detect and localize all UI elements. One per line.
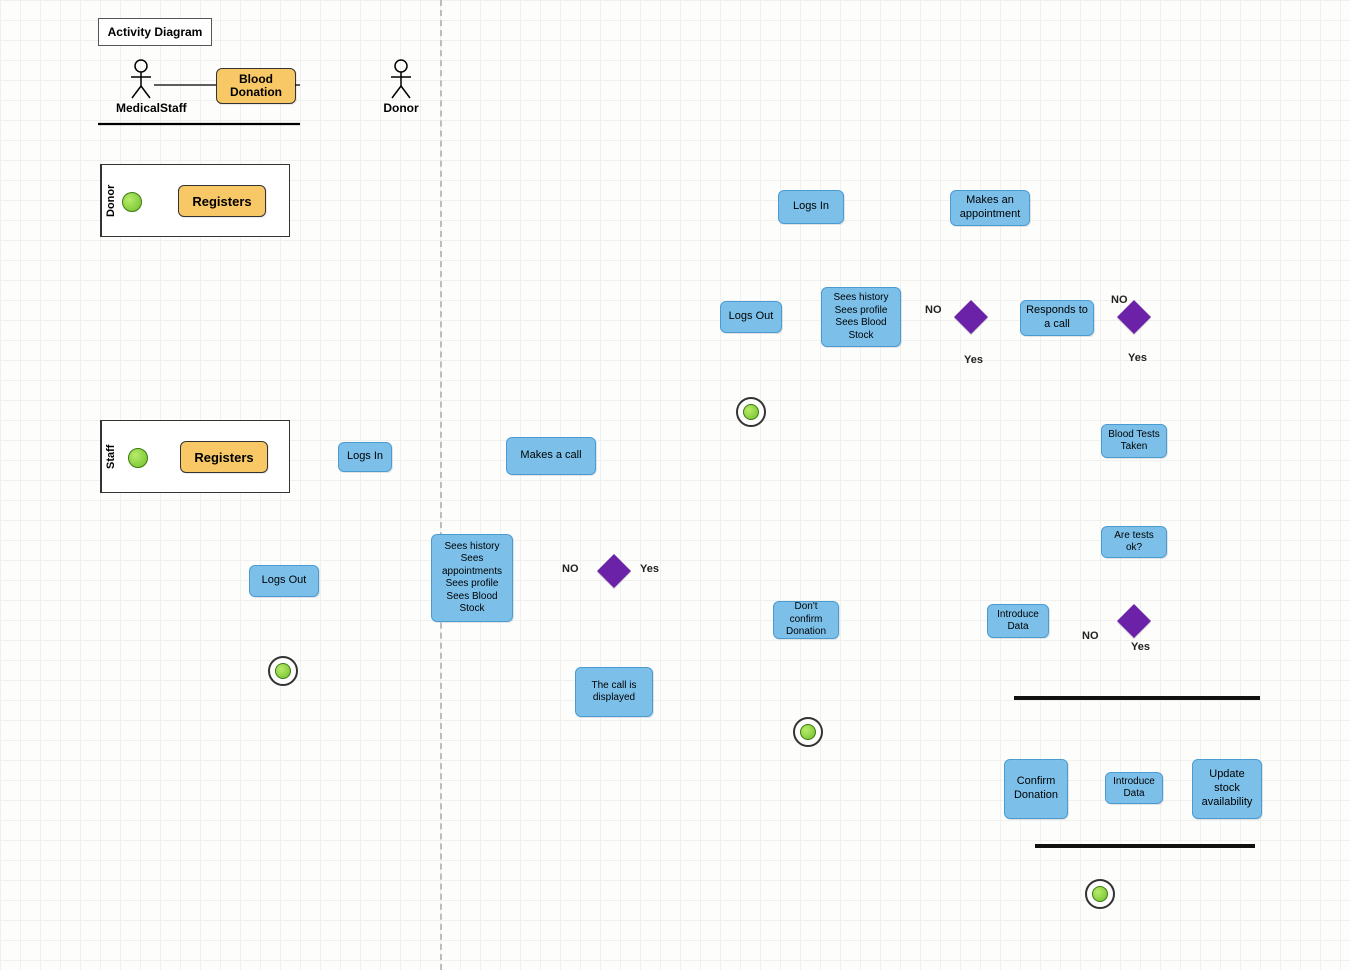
edge-label-no: NO [562,563,579,575]
end-node [268,656,298,686]
node-introduce-data-2: Introduce Data [1105,772,1163,804]
actor-label: Donor [376,101,426,115]
node-dont-confirm: Don't confirm Donation [773,601,839,639]
node-logs-in: Logs In [778,190,844,224]
node-call-displayed: The call is displayed [575,667,653,717]
node-sees-staff: Sees history Sees appointments Sees prof… [431,534,513,622]
node-blood-tests: Blood Tests Taken [1101,424,1167,458]
node-update-stock: Update stock availability [1192,759,1262,819]
node-makes-call: Makes a call [506,437,596,475]
edge-label-no: NO [925,304,942,316]
node-logs-out-donor: Logs Out [720,301,782,333]
node-sees-donor: Sees history Sees profile Sees Blood Sto… [821,287,901,347]
swimlane-label: Donor [101,165,120,236]
join-bar [1035,844,1255,848]
edge-label-no: NO [1111,294,1128,306]
actor-donor: Donor [376,59,426,115]
node-logs-out-staff: Logs Out [249,565,319,597]
end-node [1085,879,1115,909]
node-introduce-data: Introduce Data [987,604,1049,638]
activity-registers-donor: Registers [178,185,266,217]
activity-registers-staff: Registers [180,441,268,473]
edge-label-yes: Yes [964,354,983,366]
node-confirm-donation: Confirm Donation [1004,759,1068,819]
swimlane-divider [440,0,442,970]
swimlane-label: Staff [101,421,120,492]
end-node [793,717,823,747]
node-responds-call: Responds to a call [1020,300,1094,336]
end-node [736,397,766,427]
edge-label-no: NO [1082,630,1099,642]
actor-icon [388,59,414,99]
node-logs-in-staff: Logs In [338,442,392,472]
node-makes-appointment: Makes an appointment [950,190,1030,226]
node-tests-ok: Are tests ok? [1101,526,1167,558]
fork-bar [1014,696,1260,700]
edge-label-yes: Yes [640,563,659,575]
start-node [122,192,142,212]
edge-label-yes: Yes [1128,352,1147,364]
start-node [128,448,148,468]
edge-label-yes: Yes [1131,641,1150,653]
